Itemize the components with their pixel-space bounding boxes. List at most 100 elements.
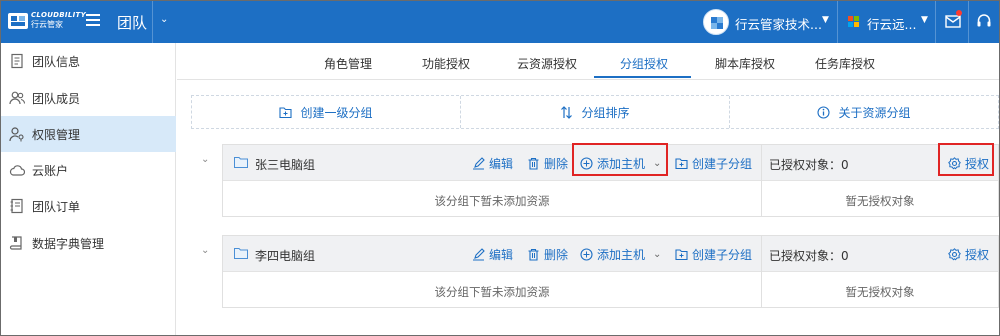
delete-button[interactable]: 删除 <box>527 155 568 172</box>
trash-icon <box>528 248 539 261</box>
edit-button[interactable]: 编辑 <box>472 155 513 172</box>
chevron-down-icon[interactable]: ▼ <box>921 15 928 25</box>
header-divider <box>968 1 969 43</box>
group-name: 张三电脑组 <box>255 158 316 172</box>
edit-label: 编辑 <box>489 248 514 262</box>
brand-name: CLOUDBILITY <box>31 11 86 19</box>
tab-bar: 角色管理 功能授权 云资源授权 分组授权 脚本库授权 任务库授权 <box>177 43 999 80</box>
info-icon <box>817 105 831 119</box>
add-host-label: 添加主机 <box>597 248 646 262</box>
highlight-box-authorize <box>938 143 994 176</box>
create-subgroup-button[interactable]: 创建子分组 <box>675 155 752 172</box>
brand-subtitle: 行云管家 <box>31 20 63 29</box>
members-icon <box>9 91 25 105</box>
org-name[interactable]: 行云管家技术... <box>735 14 822 33</box>
trash-icon <box>528 157 539 170</box>
sort-group-button[interactable]: 分组排序 <box>461 96 730 128</box>
tab-script-auth[interactable]: 脚本库授权 <box>715 55 775 72</box>
tab-task-auth[interactable]: 任务库授权 <box>815 55 875 72</box>
folder-add-icon <box>675 249 688 261</box>
nav-divider <box>152 1 153 43</box>
about-group-label: 关于资源分组 <box>838 105 911 120</box>
add-host-button[interactable]: 添加主机 ⌄ <box>580 246 661 263</box>
empty-resources-text: 该分组下暂未添加资源 <box>434 194 550 208</box>
order-icon <box>10 198 23 214</box>
delete-label: 删除 <box>544 157 569 171</box>
sidebar-item-label: 团队订单 <box>32 199 81 214</box>
chevron-down-icon: ⌄ <box>653 249 662 260</box>
edit-button[interactable]: 编辑 <box>472 246 513 263</box>
chevron-down-icon[interactable]: ▼ <box>822 15 829 25</box>
permission-icon <box>9 127 24 142</box>
authorized-count: 已授权对象：0 <box>769 249 849 263</box>
create-group-button[interactable]: 创建一级分组 <box>192 96 461 128</box>
sort-group-label: 分组排序 <box>581 105 630 120</box>
sidebar-item-label: 云账户 <box>32 163 69 178</box>
dictionary-icon <box>9 236 22 250</box>
top-bar: CLOUDBILITY 行云管家 团队 ⌄ 行云管家技术... ▼ 行云远...… <box>1 1 999 43</box>
sidebar-item-label: 团队成员 <box>32 91 81 106</box>
folder-icon <box>234 248 248 259</box>
sidebar-item-data-dictionary[interactable]: 数据字典管理 <box>1 225 176 261</box>
no-authorized-text: 暂无授权对象 <box>845 285 915 299</box>
headset-icon[interactable] <box>976 13 992 29</box>
folder-add-icon <box>675 158 688 170</box>
edit-icon <box>473 248 485 261</box>
tab-group-auth[interactable]: 分组授权 <box>620 55 668 72</box>
header-divider <box>935 1 936 43</box>
group-action-bar: 创建一级分组 分组排序 关于资源分组 <box>191 95 999 129</box>
menu-icon[interactable] <box>86 14 100 28</box>
create-subgroup-button[interactable]: 创建子分组 <box>675 246 752 263</box>
delete-button[interactable]: 删除 <box>527 246 568 263</box>
sidebar-item-label: 权限管理 <box>32 127 81 142</box>
chevron-down-icon[interactable]: ⌄ <box>160 14 168 25</box>
group-name: 李四电脑组 <box>255 249 316 263</box>
sort-icon <box>561 105 573 119</box>
active-tab-indicator <box>594 76 691 78</box>
cloud-icon <box>9 165 25 176</box>
authorized-count: 已授权对象：0 <box>769 158 849 172</box>
delete-label: 删除 <box>544 248 569 262</box>
edit-label: 编辑 <box>489 157 514 171</box>
sidebar-item-label: 数据字典管理 <box>32 236 105 251</box>
tab-cloud-resource-auth[interactable]: 云资源授权 <box>517 55 577 72</box>
about-group-button[interactable]: 关于资源分组 <box>730 96 998 128</box>
empty-resources-text: 该分组下暂未添加资源 <box>434 285 550 299</box>
message-icon[interactable] <box>945 14 961 28</box>
tab-function-auth[interactable]: 功能授权 <box>422 55 470 72</box>
folder-icon <box>234 157 248 168</box>
sidebar-item-cloud-account[interactable]: 云账户 <box>1 152 176 188</box>
microsoft-logo-icon <box>848 16 860 28</box>
sidebar-item-team-info[interactable]: 团队信息 <box>1 43 176 79</box>
authorize-button[interactable]: 授权 <box>948 246 989 263</box>
cloudbility-logo-icon <box>8 13 28 29</box>
create-subgroup-label: 创建子分组 <box>692 248 753 262</box>
create-group-label: 创建一级分组 <box>300 105 373 120</box>
no-authorized-text: 暂无授权对象 <box>845 194 915 208</box>
user-name[interactable]: 行云远... <box>867 14 916 33</box>
group-header: 李四电脑组 编辑 删除 添加主机 ⌄ 创建子分组 已授权对象：0 授权 <box>223 236 998 272</box>
folder-add-icon <box>279 106 293 118</box>
chevron-down-icon[interactable]: ⌄ <box>201 245 209 256</box>
authorize-label: 授权 <box>965 248 990 262</box>
nav-title[interactable]: 团队 <box>117 12 147 33</box>
sidebar-item-label: 团队信息 <box>32 54 81 69</box>
app-window: CLOUDBILITY 行云管家 团队 ⌄ 行云管家技术... ▼ 行云远...… <box>0 0 1000 336</box>
brand: CLOUDBILITY 行云管家 <box>31 12 86 29</box>
sidebar-item-team-members[interactable]: 团队成员 <box>1 80 176 116</box>
header-divider <box>837 1 838 43</box>
edit-icon <box>473 157 485 170</box>
gear-icon <box>948 248 961 261</box>
group-card: 李四电脑组 编辑 删除 添加主机 ⌄ 创建子分组 已授权对象：0 授权 该分组下… <box>222 235 999 308</box>
sidebar-item-team-orders[interactable]: 团队订单 <box>1 188 176 224</box>
org-avatar[interactable] <box>703 9 729 35</box>
document-icon <box>11 53 23 69</box>
create-subgroup-label: 创建子分组 <box>692 157 753 171</box>
notification-dot <box>956 10 962 16</box>
chevron-down-icon[interactable]: ⌄ <box>201 154 209 165</box>
highlight-box-add-host <box>572 143 668 176</box>
tab-role-management[interactable]: 角色管理 <box>324 55 372 72</box>
plus-circle-icon <box>580 248 593 261</box>
sidebar-item-permissions[interactable]: 权限管理 <box>1 116 176 152</box>
sidebar: 团队信息 团队成员 权限管理 云账户 团队订单 数据字典管理 <box>1 43 176 335</box>
